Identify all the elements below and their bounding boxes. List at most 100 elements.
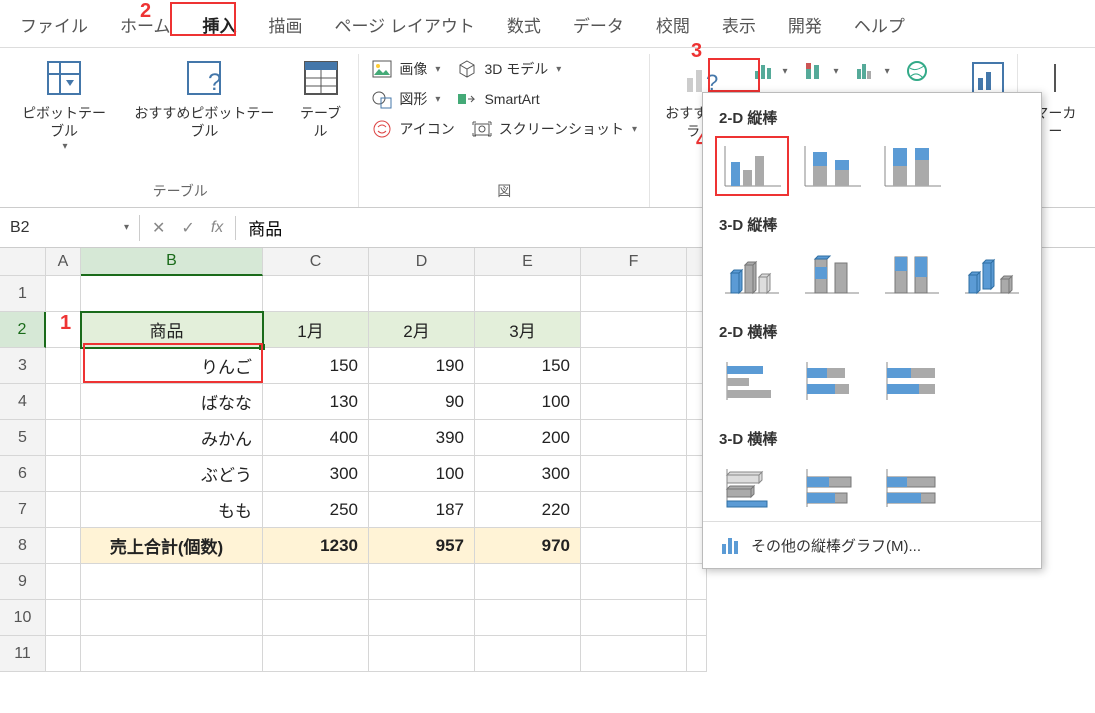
cell-G10[interactable] xyxy=(687,600,707,636)
cell-D4[interactable]: 90 xyxy=(369,384,475,420)
cell-E11[interactable] xyxy=(475,636,581,672)
cell-B7[interactable]: もも xyxy=(81,492,263,528)
insert-hierarchy-chart-button[interactable]: ▾ xyxy=(849,58,896,84)
row-header-5[interactable]: 5 xyxy=(0,420,46,456)
tab-insert[interactable]: 挿入 xyxy=(197,8,243,41)
cell-D9[interactable] xyxy=(369,564,475,600)
cell-C7[interactable]: 250 xyxy=(263,492,369,528)
tab-data[interactable]: データ xyxy=(567,8,630,41)
tab-pagelayout[interactable]: ページ レイアウト xyxy=(329,8,481,41)
cancel-formula-button[interactable]: ✕ xyxy=(146,216,171,240)
3dmodel-button[interactable]: 3D モデル▾ xyxy=(448,54,569,84)
cell-B9[interactable] xyxy=(81,564,263,600)
column-3d[interactable] xyxy=(957,245,1027,301)
cell-C5[interactable]: 400 xyxy=(263,420,369,456)
cell-F2[interactable] xyxy=(581,312,687,348)
cell-D11[interactable] xyxy=(369,636,475,672)
col-header-F[interactable]: F xyxy=(581,248,687,276)
cell-D6[interactable]: 100 xyxy=(369,456,475,492)
cell-D8[interactable]: 957 xyxy=(369,528,475,564)
tab-draw[interactable]: 描画 xyxy=(263,8,309,41)
cell-F8[interactable] xyxy=(581,528,687,564)
100-stacked-column-3d[interactable] xyxy=(877,245,947,301)
cell-F7[interactable] xyxy=(581,492,687,528)
cell-C1[interactable] xyxy=(263,276,369,312)
cell-B5[interactable]: みかん xyxy=(81,420,263,456)
row-header-11[interactable]: 11 xyxy=(0,636,46,672)
stacked-column-3d[interactable] xyxy=(797,245,867,301)
cell-E5[interactable]: 200 xyxy=(475,420,581,456)
cell-E6[interactable]: 300 xyxy=(475,456,581,492)
cell-C11[interactable] xyxy=(263,636,369,672)
tab-formulas[interactable]: 数式 xyxy=(501,8,547,41)
cell-B1[interactable] xyxy=(81,276,263,312)
shapes-button[interactable]: 図形▾ xyxy=(363,84,448,114)
fx-button[interactable]: fx xyxy=(205,217,229,239)
name-box[interactable]: B2 ▾ xyxy=(0,215,140,241)
tab-review[interactable]: 校閲 xyxy=(650,8,696,41)
row-header-2[interactable]: 2 xyxy=(0,312,46,348)
cell-C6[interactable]: 300 xyxy=(263,456,369,492)
select-all-corner[interactable] xyxy=(0,248,46,276)
clustered-column-2d[interactable] xyxy=(717,138,787,194)
more-column-charts[interactable]: その他の縦棒グラフ(M)... xyxy=(703,521,1041,560)
cell-B10[interactable] xyxy=(81,600,263,636)
cell-D3[interactable]: 190 xyxy=(369,348,475,384)
cell-A11[interactable] xyxy=(46,636,81,672)
100-stacked-bar-2d[interactable] xyxy=(877,352,947,408)
cell-G9[interactable] xyxy=(687,564,707,600)
100-stacked-bar-3d[interactable] xyxy=(877,459,947,515)
table-button[interactable]: テーブル xyxy=(287,54,355,144)
cell-A2[interactable] xyxy=(46,312,81,348)
cell-D1[interactable] xyxy=(369,276,475,312)
cell-F6[interactable] xyxy=(581,456,687,492)
cell-C3[interactable]: 150 xyxy=(263,348,369,384)
cell-F11[interactable] xyxy=(581,636,687,672)
col-header-A[interactable]: A xyxy=(46,248,81,276)
cell-F10[interactable] xyxy=(581,600,687,636)
screenshot-button[interactable]: スクリーンショット▾ xyxy=(463,114,645,144)
col-header-C[interactable]: C xyxy=(263,248,369,276)
clustered-bar-3d[interactable] xyxy=(717,459,787,515)
cell-A8[interactable] xyxy=(46,528,81,564)
stacked-bar-3d[interactable] xyxy=(797,459,867,515)
cell-A7[interactable] xyxy=(46,492,81,528)
cell-C10[interactable] xyxy=(263,600,369,636)
insert-column-chart-button[interactable]: ▾ xyxy=(747,58,794,84)
cell-D5[interactable]: 390 xyxy=(369,420,475,456)
picture-button[interactable]: 画像▾ xyxy=(363,54,448,84)
cell-C2[interactable]: 1月 xyxy=(263,312,369,348)
clustered-column-3d[interactable] xyxy=(717,245,787,301)
row-header-3[interactable]: 3 xyxy=(0,348,46,384)
cell-B3[interactable]: りんご xyxy=(81,348,263,384)
row-header-8[interactable]: 8 xyxy=(0,528,46,564)
tab-view[interactable]: 表示 xyxy=(716,8,762,41)
cell-B8[interactable]: 売上合計(個数) xyxy=(81,528,263,564)
cell-F5[interactable] xyxy=(581,420,687,456)
row-header-7[interactable]: 7 xyxy=(0,492,46,528)
insert-line-chart-button[interactable]: ▾ xyxy=(798,58,845,84)
stacked-bar-2d[interactable] xyxy=(797,352,867,408)
cell-A9[interactable] xyxy=(46,564,81,600)
col-header-B[interactable]: B xyxy=(81,248,263,276)
cell-E2[interactable]: 3月 xyxy=(475,312,581,348)
row-header-4[interactable]: 4 xyxy=(0,384,46,420)
cell-C9[interactable] xyxy=(263,564,369,600)
cell-E10[interactable] xyxy=(475,600,581,636)
cell-E9[interactable] xyxy=(475,564,581,600)
row-header-9[interactable]: 9 xyxy=(0,564,46,600)
tab-home[interactable]: ホーム xyxy=(114,8,177,41)
cell-G11[interactable] xyxy=(687,636,707,672)
cell-F4[interactable] xyxy=(581,384,687,420)
cell-E3[interactable]: 150 xyxy=(475,348,581,384)
cell-A10[interactable] xyxy=(46,600,81,636)
cell-E1[interactable] xyxy=(475,276,581,312)
tab-file[interactable]: ファイル xyxy=(14,8,94,41)
pivottable-button[interactable]: ピボットテーブル▾ xyxy=(6,54,122,157)
cell-B6[interactable]: ぶどう xyxy=(81,456,263,492)
tab-developer[interactable]: 開発 xyxy=(782,8,828,41)
cell-A4[interactable] xyxy=(46,384,81,420)
cell-F3[interactable] xyxy=(581,348,687,384)
cell-E4[interactable]: 100 xyxy=(475,384,581,420)
cell-C4[interactable]: 130 xyxy=(263,384,369,420)
